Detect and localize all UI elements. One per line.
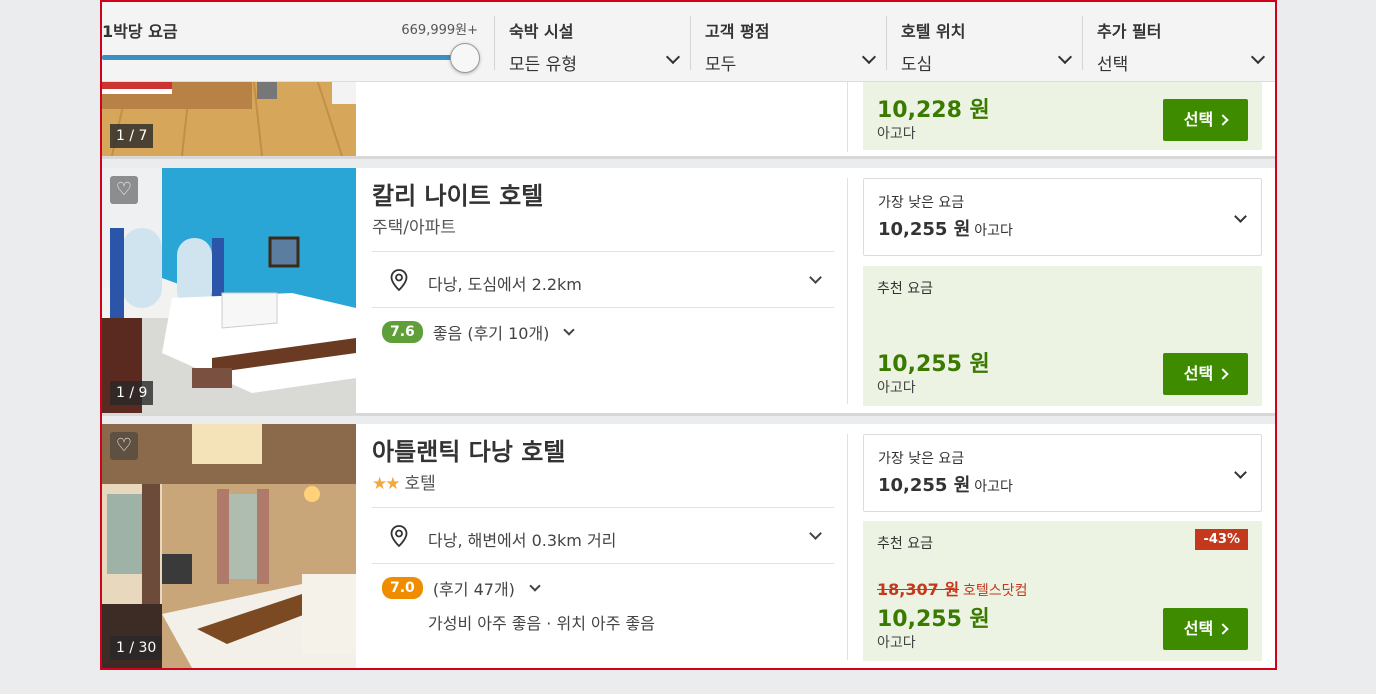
recommended-rate-label: 추천 요금	[877, 536, 933, 552]
lowest-price-value: 10,255 원	[878, 475, 971, 496]
chevron-right-icon[interactable]	[1217, 368, 1229, 380]
select-button-label: 선택	[1183, 364, 1214, 383]
location-row[interactable]: 다낭, 해변에서 0.3km 거리	[372, 507, 834, 564]
recommended-source: 아고다	[877, 126, 916, 142]
location-text: 다낭, 도심에서 2.2km	[428, 275, 582, 294]
lowest-rate-box[interactable]: 가장 낮은 요금 10,255 원 아고다	[863, 434, 1262, 512]
recommended-rate-box: 추천 요금 -43% 18,307 원 호텔스닷컴 10,255 원 아고다 선택	[863, 521, 1262, 661]
dropdown-value: 선택	[1097, 55, 1129, 75]
recommended-source: 아고다	[877, 380, 916, 396]
filter-bar: 1박당 요금 669,999원+ 숙박 시설 모든 유형 고객 평점 모두 호텔…	[102, 2, 1275, 82]
room-photo-image	[102, 424, 356, 668]
recommended-rate-label: 추천 요금	[877, 281, 933, 297]
price-slider-handle[interactable]	[450, 43, 480, 73]
photo-counter: 1 / 9	[110, 381, 154, 405]
room-photo-image	[102, 168, 356, 413]
lowest-rate-price: 10,255 원 아고다	[878, 471, 1013, 497]
hotel-info: 아틀랜틱 다낭 호텔 ★★ 호텔 다낭, 해변에서 0.3km 거리 7.0 (후…	[372, 424, 834, 634]
recommended-rate-box: 추천 요금 10,255 원 아고다 선택	[863, 266, 1262, 406]
rating-row[interactable]: 7.0 (후기 47개)	[372, 576, 834, 600]
price-filter: 1박당 요금 669,999원+	[102, 2, 494, 82]
favorite-heart-icon[interactable]: ♡	[110, 432, 138, 460]
photo-counter: 1 / 30	[110, 636, 163, 660]
lowest-rate-source: 아고다	[974, 479, 1013, 495]
hotel-type: 주택/아파트	[372, 218, 456, 238]
lowest-price-value: 10,255 원	[878, 219, 971, 240]
dropdown-label: 호텔 위치	[901, 22, 966, 41]
chevron-down-icon[interactable]	[529, 580, 541, 592]
hotel-photo[interactable]: ♡ 1 / 30	[102, 424, 356, 668]
hotel-photo[interactable]: ♡ 1 / 9	[102, 168, 356, 413]
rating-score-badge: 7.6	[382, 321, 423, 343]
chevron-down-icon[interactable]	[809, 271, 822, 284]
original-price: 18,307 원	[877, 580, 960, 599]
price-filter-value: 669,999원+	[401, 23, 478, 38]
select-button[interactable]: 선택	[1163, 608, 1248, 650]
location-text: 다낭, 해변에서 0.3km 거리	[428, 531, 617, 550]
discount-badge: -43%	[1195, 529, 1248, 550]
select-button-label: 선택	[1183, 110, 1214, 129]
lowest-rate-price: 10,255 원 아고다	[878, 215, 1013, 241]
original-price-row: 18,307 원 호텔스닷컴	[877, 576, 1027, 600]
hotel-location-dropdown[interactable]: 호텔 위치 도심	[886, 16, 1082, 75]
card-divider	[847, 178, 848, 404]
star-rating-icon: ★★	[372, 474, 401, 494]
photo-counter: 1 / 7	[110, 124, 154, 148]
chevron-right-icon	[1217, 114, 1229, 126]
dropdown-value: 모두	[705, 55, 737, 75]
chevron-down-icon[interactable]	[809, 527, 822, 540]
select-button-label: 선택	[1183, 619, 1214, 638]
hotel-name[interactable]: 아틀랜틱 다낭 호텔	[372, 432, 834, 467]
lowest-rate-label: 가장 낮은 요금	[878, 195, 965, 211]
location-row[interactable]: 다낭, 도심에서 2.2km	[372, 251, 834, 308]
select-button[interactable]: 선택	[1163, 353, 1248, 395]
dropdown-label: 숙박 시설	[509, 22, 574, 41]
dropdown-value: 도심	[901, 55, 933, 75]
hotel-name[interactable]: 칼리 나이트 호텔	[372, 176, 834, 211]
hotel-card[interactable]: ♡ 1 / 9 칼리 나이트 호텔 주택/아파트 다낭, 도심에서 2.2km …	[102, 168, 1275, 416]
hotel-info: 칼리 나이트 호텔 주택/아파트 다낭, 도심에서 2.2km 7.6 좋음 (…	[372, 168, 834, 344]
more-filters-dropdown[interactable]: 추가 필터 선택	[1082, 16, 1275, 75]
recommended-price: 10,228 원	[877, 98, 990, 123]
chevron-right-icon[interactable]	[1217, 623, 1229, 635]
favorite-heart-icon[interactable]: ♡	[110, 176, 138, 204]
chevron-down-icon[interactable]	[563, 324, 576, 336]
hotel-card[interactable]: ♡ 1 / 30 아틀랜틱 다낭 호텔 ★★ 호텔 다낭, 해변에서 0.3km …	[102, 424, 1275, 668]
rating-text: (후기 47개)	[432, 580, 515, 599]
sub-ratings: 가성비 아주 좋음 · 위치 아주 좋음	[428, 614, 655, 633]
map-pin-icon	[390, 269, 408, 291]
recommended-price: 10,255 원	[877, 352, 990, 377]
rating-row[interactable]: 7.6 좋음 (후기 10개)	[372, 320, 834, 344]
price-filter-label: 1박당 요금	[102, 22, 178, 41]
price-slider-track[interactable]	[102, 55, 464, 60]
chevron-down-icon[interactable]	[1234, 466, 1247, 479]
lowest-rate-source: 아고다	[974, 223, 1013, 239]
recommended-price: 10,255 원	[877, 607, 990, 632]
rating-text: 좋음 (후기 10개)	[432, 324, 550, 343]
select-button[interactable]: 선택	[1163, 99, 1248, 141]
guest-rating-dropdown[interactable]: 고객 평점 모두	[690, 16, 886, 75]
dropdown-label: 고객 평점	[705, 22, 770, 41]
recommended-source: 아고다	[877, 635, 916, 651]
map-pin-icon	[390, 525, 408, 547]
dropdown-label: 추가 필터	[1097, 22, 1162, 41]
results-frame: 1 / 7 10,228 원 아고다 선택 ♡ 1 / 9 칼리 나이트 호텔 …	[100, 0, 1277, 670]
property-type-dropdown[interactable]: 숙박 시설 모든 유형	[494, 16, 690, 75]
dropdown-value: 모든 유형	[509, 55, 577, 75]
rating-score-badge: 7.0	[382, 577, 423, 599]
chevron-down-icon[interactable]	[1234, 210, 1247, 223]
lowest-rate-box[interactable]: 가장 낮은 요금 10,255 원 아고다	[863, 178, 1262, 256]
card-divider	[847, 434, 848, 660]
hotel-type-row: ★★ 호텔	[372, 469, 834, 494]
lowest-rate-label: 가장 낮은 요금	[878, 451, 965, 467]
hotel-type: 호텔	[404, 474, 436, 494]
original-price-source: 호텔스닷컴	[963, 583, 1028, 599]
